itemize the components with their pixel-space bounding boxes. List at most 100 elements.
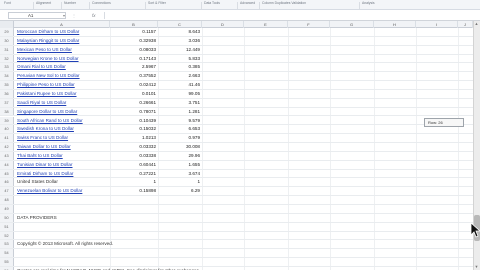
currency-link[interactable]: Singapore Dollar to US Dollar <box>17 108 110 116</box>
inverse-rate-cell[interactable]: 41.46 <box>160 81 202 89</box>
rate-cell[interactable]: 0.03338 <box>112 152 158 160</box>
inverse-rate-cell[interactable]: 3.674 <box>160 170 202 178</box>
formula-input[interactable] <box>104 12 470 19</box>
inverse-rate-cell[interactable]: 1.655 <box>160 161 202 169</box>
row-header[interactable]: 49 <box>0 205 14 213</box>
currency-link[interactable]: Omani Rial to US Dollar <box>17 63 110 71</box>
rate-cell[interactable]: 0.27221 <box>112 170 158 178</box>
column-header-i[interactable]: I <box>416 21 458 28</box>
rate-cell[interactable]: 0.78071 <box>112 108 158 116</box>
currency-link[interactable]: Pakistani Rupee to US Dollar <box>17 90 110 98</box>
inverse-rate-cell[interactable]: 12.449 <box>160 46 202 54</box>
row-header[interactable]: 48 <box>0 196 14 204</box>
rate-cell[interactable]: 1.0213 <box>112 134 158 142</box>
column-header-g[interactable]: G <box>330 21 374 28</box>
inverse-rate-cell[interactable]: 2.663 <box>160 72 202 80</box>
inverse-rate-cell[interactable]: 0.979 <box>160 134 202 142</box>
row-header[interactable]: 46 <box>0 178 14 187</box>
rate-cell[interactable] <box>112 258 158 266</box>
currency-link[interactable]: Philippine Peso to US Dollar <box>17 81 110 89</box>
inverse-rate-cell[interactable]: 3.751 <box>160 99 202 107</box>
row-header[interactable]: 53 <box>0 240 14 249</box>
row-header[interactable]: 54 <box>0 249 14 258</box>
row-header[interactable]: 50 <box>0 213 14 222</box>
row-header[interactable]: 34 <box>0 72 14 81</box>
currency-link[interactable]: Mexican Peso to US Dollar <box>17 46 110 54</box>
currency-link[interactable]: Emirati Dirham to US Dollar <box>17 170 110 178</box>
inverse-rate-cell[interactable]: 3.036 <box>160 37 202 45</box>
inverse-rate-cell[interactable]: 1 <box>160 178 202 186</box>
inverse-rate-cell[interactable]: 30.008 <box>160 143 202 151</box>
rate-cell[interactable]: 0.17143 <box>112 55 158 63</box>
inverse-rate-cell[interactable]: 6.29 <box>160 187 202 195</box>
rate-cell[interactable]: 0.02412 <box>112 81 158 89</box>
inverse-rate-cell[interactable] <box>160 258 202 266</box>
inverse-rate-cell[interactable]: 5.833 <box>160 55 202 63</box>
row-header[interactable]: 31 <box>0 45 14 54</box>
column-header-b[interactable]: B <box>110 21 158 28</box>
currency-link[interactable]: Peruvian New Sol to US Dollar <box>17 72 110 80</box>
column-header-f[interactable]: F <box>288 21 330 28</box>
column-header-a[interactable]: A <box>14 21 110 28</box>
inverse-rate-cell[interactable] <box>160 232 202 240</box>
rate-cell[interactable]: 0.0101 <box>112 90 158 98</box>
inverse-rate-cell[interactable]: 6.653 <box>160 125 202 133</box>
row-header[interactable]: 32 <box>0 54 14 63</box>
rate-cell[interactable]: 0.03332 <box>112 143 158 151</box>
row-header[interactable]: 37 <box>0 98 14 107</box>
scroll-up-arrow-icon[interactable]: ▲ <box>473 21 480 27</box>
rate-cell[interactable] <box>112 232 158 240</box>
row-header[interactable]: 40 <box>0 125 14 134</box>
rate-cell[interactable] <box>112 205 158 213</box>
worksheet-grid[interactable]: 29 Moroccan Dirham to US Dollar 0.1157 8.64… <box>0 28 473 270</box>
row-header[interactable]: 42 <box>0 143 14 151</box>
currency-link[interactable]: Swiss Franc to US Dollar <box>17 134 110 142</box>
column-header-j[interactable]: J <box>458 21 473 28</box>
inverse-rate-cell[interactable] <box>160 205 202 213</box>
rate-cell[interactable] <box>112 249 158 257</box>
rate-cell[interactable]: 0.1157 <box>112 28 158 36</box>
rate-cell[interactable]: 1 <box>112 178 158 186</box>
inverse-rate-cell[interactable] <box>160 223 202 231</box>
rate-cell[interactable]: 0.37552 <box>112 72 158 80</box>
column-header-c[interactable]: C <box>158 21 202 28</box>
row-header[interactable]: 35 <box>0 81 14 89</box>
name-box-dropdown-icon[interactable]: ▾ <box>61 12 67 19</box>
row-header[interactable]: 52 <box>0 231 14 240</box>
row-header[interactable]: 45 <box>0 169 14 178</box>
currency-link[interactable]: Moroccan Dirham to US Dollar <box>17 28 110 36</box>
currency-link[interactable]: South African Rand to US Dollar <box>17 117 110 125</box>
row-header[interactable]: 36 <box>0 89 14 98</box>
rate-cell[interactable]: 0.10439 <box>112 117 158 125</box>
rate-cell[interactable]: 0.26661 <box>112 99 158 107</box>
inverse-rate-cell[interactable]: 1.281 <box>160 108 202 116</box>
inverse-rate-cell[interactable] <box>160 196 202 204</box>
rate-cell[interactable]: 0.08033 <box>112 46 158 54</box>
name-box[interactable]: A1 <box>8 12 66 19</box>
select-all-corner[interactable] <box>0 21 14 28</box>
currency-link[interactable]: Taiwan Dollar to US Dollar <box>17 143 110 151</box>
currency-link[interactable]: Venezuelan Bolivar to US Dollar <box>17 187 110 195</box>
inverse-rate-cell[interactable]: 9.579 <box>160 117 202 125</box>
column-header-d[interactable]: D <box>202 21 244 28</box>
currency-link[interactable]: Swedish Krona to US Dollar <box>17 125 110 133</box>
currency-link[interactable]: Saudi Riyal to US Dollar <box>17 99 110 107</box>
row-header[interactable]: 47 <box>0 187 14 196</box>
row-header[interactable]: 33 <box>0 63 14 72</box>
inverse-rate-cell[interactable] <box>160 249 202 257</box>
row-header[interactable]: 44 <box>0 160 14 169</box>
inverse-rate-cell[interactable]: 99.05 <box>160 90 202 98</box>
inverse-rate-cell[interactable]: 0.385 <box>160 63 202 71</box>
row-header[interactable]: 38 <box>0 107 14 116</box>
row-header[interactable]: 29 <box>0 28 14 36</box>
row-header[interactable]: 41 <box>0 134 14 143</box>
currency-link[interactable]: Norwegian Krone to US Dollar <box>17 55 110 63</box>
rate-cell[interactable]: 0.32938 <box>112 37 158 45</box>
rate-cell[interactable]: 2.5967 <box>112 63 158 71</box>
column-header-h[interactable]: H <box>374 21 416 28</box>
rate-cell[interactable]: 0.60441 <box>112 161 158 169</box>
row-header[interactable]: 55 <box>0 258 14 266</box>
rate-cell[interactable] <box>112 223 158 231</box>
row-header[interactable]: 43 <box>0 151 14 160</box>
rate-cell[interactable]: 0.15898 <box>112 187 158 195</box>
